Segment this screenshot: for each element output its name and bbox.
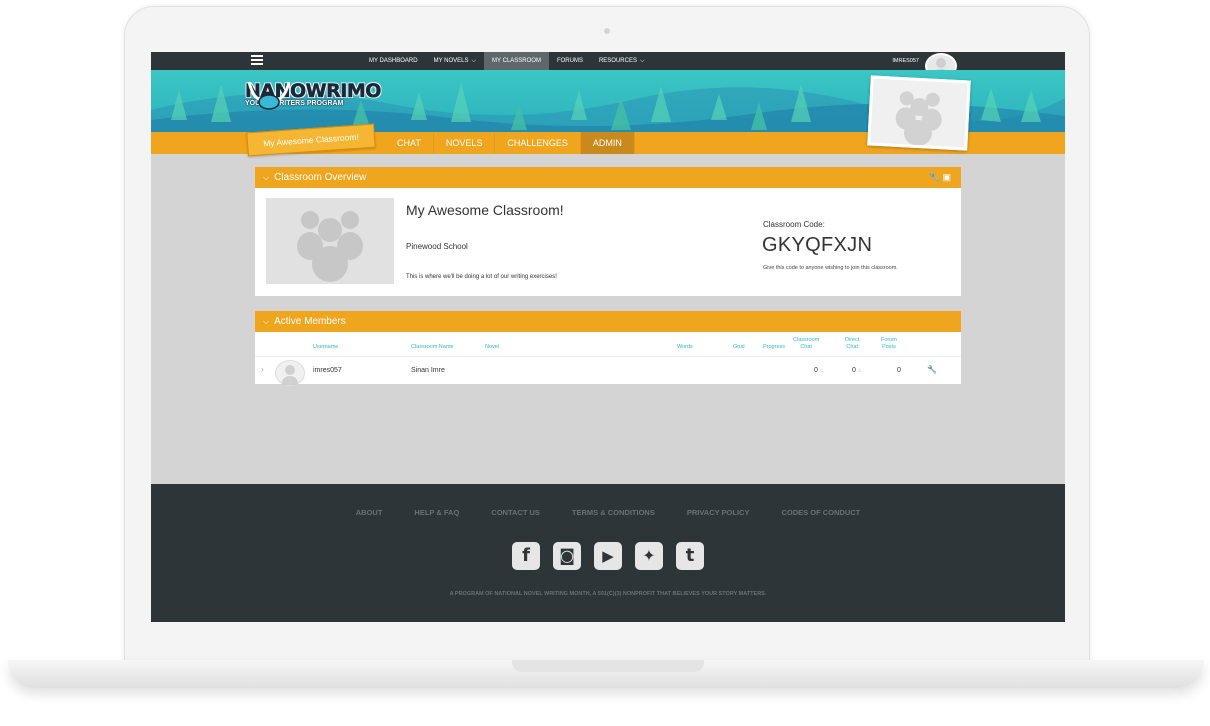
school-name: Pinewood School (406, 242, 468, 251)
footer-link-about[interactable]: ABOUT (356, 508, 383, 517)
youtube-icon[interactable]: ▶ (594, 542, 622, 570)
chevron-down-icon: ⌵ (639, 58, 645, 64)
member-classroom-chat: 0 ⌂ (814, 367, 824, 374)
classroom-description: This is where we'll be doing a lot of ou… (406, 274, 557, 280)
document-icon[interactable]: ▣ (942, 172, 951, 182)
members-heading: Active Members (274, 316, 346, 327)
nav-item-forums[interactable]: FORUMS (549, 52, 591, 70)
column-header-goal[interactable]: Goal (733, 344, 745, 351)
members-panel-header[interactable]: ⌵ Active Members (255, 311, 961, 332)
viking-helmet-icon (247, 81, 291, 110)
facebook-icon[interactable]: f (512, 542, 540, 570)
twitter-icon[interactable]: ✦ (635, 542, 663, 570)
tab-admin[interactable]: ADMIN (580, 132, 635, 154)
social-links: f ◙ ▶ ✦ t (151, 542, 1065, 570)
nav-links: MY DASHBOARD MY NOVELS ⌵ MY CLASSROOM FOR… (361, 52, 653, 70)
footer-links: ABOUT HELP & FAQ CONTACT US TERMS & COND… (151, 508, 1065, 517)
nav-item-my-classroom[interactable]: MY CLASSROOM (484, 52, 549, 70)
screen: MY DASHBOARD MY NOVELS ⌵ MY CLASSROOM FOR… (151, 52, 1065, 622)
classroom-code-label: Classroom Code: (763, 220, 825, 229)
chevron-down-icon[interactable]: ⌵ (263, 317, 269, 326)
column-header-words[interactable]: Words (677, 344, 693, 351)
overview-panel-body: My Awesome Classroom! Pinewood School Th… (255, 188, 961, 296)
members-table: Username Classroom Name Novel Words Goal… (255, 332, 961, 390)
member-forum-posts: 0 (897, 367, 901, 374)
member-classroom-name: Sinan Imre (411, 367, 445, 374)
wrench-icon[interactable]: 🔧 (927, 365, 937, 374)
column-header-forum-posts[interactable]: Forum Posts (881, 337, 897, 351)
footer-link-privacy[interactable]: PRIVACY POLICY (687, 508, 750, 517)
panel-tools: 🔧 ▣ (929, 167, 951, 188)
nav-item-resources[interactable]: RESOURCES ⌵ (591, 52, 653, 70)
classroom-code: GKYQFXJN (762, 234, 873, 256)
chevron-right-icon[interactable]: › (261, 365, 264, 374)
instagram-icon[interactable]: ◙ (553, 542, 581, 570)
chat-icon: ⌂ (819, 368, 824, 374)
nav-item-my-dashboard[interactable]: MY DASHBOARD (361, 52, 426, 70)
chevron-down-icon[interactable]: ⌵ (263, 173, 269, 182)
tab-chat[interactable]: CHAT (385, 132, 434, 154)
footer-tagline: A PROGRAM OF NATIONAL NOVEL WRITING MONT… (449, 591, 767, 597)
column-header-classroom-name[interactable]: Classroom Name (411, 344, 453, 351)
tab-challenges[interactable]: CHALLENGES (495, 132, 581, 154)
overview-heading: Classroom Overview (274, 172, 367, 183)
wrench-icon[interactable]: 🔧 (929, 172, 940, 182)
tab-novels[interactable]: NOVELS (434, 132, 496, 154)
table-row[interactable]: › imres057 Sinan Imre 0 ⌂ 0 ⌂ 0 🔧 (255, 356, 961, 390)
member-direct-chat: 0 ⌂ (852, 367, 862, 374)
classroom-code-help: Give this code to anyone wishing to join… (763, 265, 898, 271)
member-avatar (275, 360, 305, 390)
laptop-notch (512, 660, 704, 672)
overview-panel-header[interactable]: ⌵ Classroom Overview 🔧 ▣ (255, 167, 961, 188)
footer: ABOUT HELP & FAQ CONTACT US TERMS & COND… (151, 484, 1065, 622)
member-username[interactable]: imres057 (313, 367, 342, 374)
chat-icon: ⌂ (857, 368, 862, 374)
laptop-camera (604, 28, 610, 34)
classroom-photo (867, 75, 971, 151)
classroom-title: My Awesome Classroom! (406, 202, 564, 218)
column-header-novel[interactable]: Novel (485, 344, 499, 351)
column-header-username[interactable]: Username (313, 344, 338, 351)
column-header-direct-chat[interactable]: Direct Chat (845, 337, 859, 351)
top-nav: MY DASHBOARD MY NOVELS ⌵ MY CLASSROOM FOR… (151, 52, 1065, 79)
column-header-progress[interactable]: Progress (763, 344, 785, 351)
footer-link-codes-of-conduct[interactable]: CODES OF CONDUCT (781, 508, 860, 517)
footer-link-contact-us[interactable]: CONTACT US (491, 508, 540, 517)
group-placeholder-image (266, 198, 394, 284)
nav-item-my-novels[interactable]: MY NOVELS ⌵ (426, 52, 484, 70)
hamburger-menu-icon[interactable] (251, 55, 263, 66)
chevron-down-icon: ⌵ (471, 58, 477, 64)
tumblr-icon[interactable]: t (676, 542, 704, 570)
classroom-tabs: CHAT NOVELS CHALLENGES ADMIN (385, 132, 635, 154)
column-header-classroom-chat[interactable]: Classroom Chat (793, 337, 819, 351)
footer-link-help-faq[interactable]: HELP & FAQ (414, 508, 459, 517)
nanowrimo-logo[interactable]: NANOWRIMO YOUNG WRITERS PROGRAM (245, 80, 382, 110)
footer-link-terms[interactable]: TERMS & CONDITIONS (572, 508, 655, 517)
nav-username[interactable]: IMRES057 (892, 52, 919, 70)
